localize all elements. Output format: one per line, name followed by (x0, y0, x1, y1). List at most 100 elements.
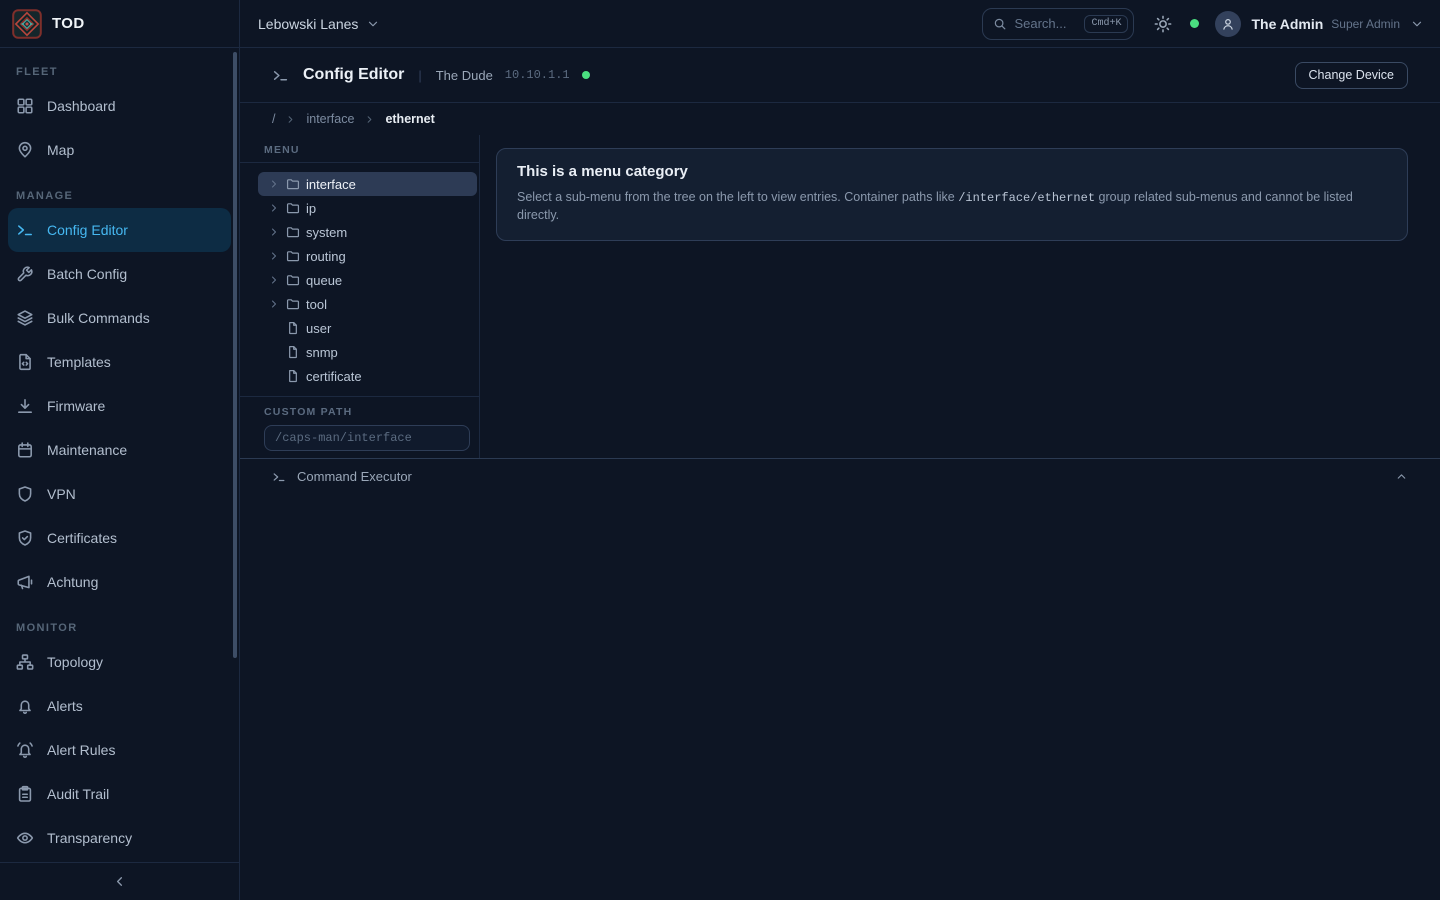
shield-check-icon (16, 529, 34, 547)
chevron-left-icon (112, 874, 127, 889)
tree-item-label: tool (306, 297, 327, 312)
tree-item-ip[interactable]: ip (258, 196, 477, 220)
sidebar-section-label-manage: MANAGE (0, 190, 239, 202)
tree-item-tool[interactable]: tool (258, 292, 477, 316)
tree-item-label: routing (306, 249, 346, 264)
sidebar-item-batch-config[interactable]: Batch Config (0, 252, 239, 296)
sidebar-item-config-editor[interactable]: Config Editor (8, 208, 231, 252)
sidebar-item-label: Certificates (47, 530, 117, 546)
notice-path-code: /interface/ethernet (958, 191, 1095, 205)
app-title: TOD (52, 15, 85, 32)
tree-item-user[interactable]: user (258, 316, 477, 340)
file-code-icon (16, 353, 34, 371)
sidebar-collapse-button[interactable] (0, 862, 239, 900)
sidebar-item-firmware[interactable]: Firmware (0, 384, 239, 428)
clipboard-icon (16, 785, 34, 803)
tree-item-label: snmp (306, 345, 338, 360)
sidebar-item-dashboard[interactable]: Dashboard (0, 84, 239, 128)
breadcrumb-segment-interface[interactable]: interface (306, 112, 354, 126)
topbar: TOD Lebowski Lanes Search... Cmd+K The A… (0, 0, 1440, 48)
user-menu-chevron-down-icon[interactable] (1410, 17, 1424, 31)
bell-icon (16, 697, 34, 715)
sidebar-item-vpn[interactable]: VPN (0, 472, 239, 516)
sidebar-item-label: Maintenance (47, 442, 127, 458)
command-executor-label: Command Executor (297, 469, 412, 484)
breadcrumb-segment--[interactable]: / (272, 112, 275, 126)
tree-item-interface[interactable]: interface (258, 172, 477, 196)
tree-indent-spacer (268, 370, 280, 382)
sidebar-section-label-fleet: FLEET (0, 66, 239, 78)
chevron-right-icon (268, 178, 280, 190)
search-icon (993, 17, 1007, 31)
device-name: The Dude (436, 68, 493, 83)
avatar[interactable] (1215, 11, 1241, 37)
tree-item-routing[interactable]: routing (258, 244, 477, 268)
sidebar-item-maintenance[interactable]: Maintenance (0, 428, 239, 472)
file-icon (286, 345, 300, 359)
sidebar-item-label: Map (47, 142, 74, 158)
tree-item-certificate[interactable]: certificate (258, 364, 477, 388)
folder-icon (286, 273, 300, 287)
chevron-down-icon (366, 17, 380, 31)
map-pin-icon (16, 141, 34, 159)
chevron-right-icon (364, 114, 375, 125)
sidebar-item-label: Templates (47, 354, 111, 370)
sidebar-item-achtung[interactable]: Achtung (0, 560, 239, 604)
sidebar-item-bulk-commands[interactable]: Bulk Commands (0, 296, 239, 340)
notice-title: This is a menu category (517, 163, 1387, 180)
sidebar-item-label: Alerts (47, 698, 83, 714)
bell-ring-icon (16, 741, 34, 759)
menu-category-notice: This is a menu category Select a sub-men… (496, 148, 1408, 241)
custom-path-section: CUSTOM PATH (240, 396, 479, 451)
search-placeholder: Search... (1014, 16, 1077, 31)
search-shortcut-badge: Cmd+K (1084, 15, 1128, 33)
chevron-right-icon (268, 202, 280, 214)
workspace: MENU interfaceipsystemroutingqueuetoolus… (240, 135, 1440, 458)
tree-item-label: interface (306, 177, 356, 192)
sidebar-item-transparency[interactable]: Transparency (0, 816, 239, 860)
breadcrumb-segment-ethernet[interactable]: ethernet (385, 112, 434, 126)
search-input[interactable]: Search... Cmd+K (982, 8, 1134, 40)
tree-item-queue[interactable]: queue (258, 268, 477, 292)
tree-item-label: ip (306, 201, 316, 216)
sidebar-sections: FLEET Dashboard Map MANAGE Config EditorBatc… (0, 48, 239, 860)
custom-path-label: CUSTOM PATH (240, 406, 479, 418)
chevron-up-icon[interactable] (1395, 470, 1408, 483)
custom-path-input[interactable] (264, 425, 470, 451)
org-switcher[interactable]: Lebowski Lanes (258, 16, 380, 32)
chevron-right-icon (285, 114, 296, 125)
file-icon (286, 369, 300, 383)
device-online-dot (582, 71, 590, 79)
change-device-button[interactable]: Change Device (1295, 62, 1408, 89)
tree-item-system[interactable]: system (258, 220, 477, 244)
sidebar-item-map[interactable]: Map (0, 128, 239, 172)
sidebar-item-templates[interactable]: Templates (0, 340, 239, 384)
sidebar-item-topology[interactable]: Topology (0, 640, 239, 684)
brand: TOD (0, 0, 240, 48)
page-header: Config Editor | The Dude 10.10.1.1 Chang… (240, 48, 1440, 102)
sidebar-item-alert-rules[interactable]: Alert Rules (0, 728, 239, 772)
sidebar-scrollbar[interactable] (233, 52, 237, 658)
user-icon (1221, 17, 1235, 31)
sidebar-item-label: Audit Trail (47, 786, 109, 802)
user-role: Super Admin (1331, 17, 1400, 31)
sidebar-item-alerts[interactable]: Alerts (0, 684, 239, 728)
sidebar-item-audit-trail[interactable]: Audit Trail (0, 772, 239, 816)
tree-item-label: queue (306, 273, 342, 288)
tree-item-snmp[interactable]: snmp (258, 340, 477, 364)
chevron-right-icon (268, 274, 280, 286)
folder-icon (286, 201, 300, 215)
sidebar-item-label: Transparency (47, 830, 132, 846)
sidebar-section-label-monitor: MONITOR (0, 622, 239, 634)
terminal-icon (16, 221, 34, 239)
user-name: The Admin (1251, 16, 1323, 32)
sidebar-item-certificates[interactable]: Certificates (0, 516, 239, 560)
menu-tree-panel: MENU interfaceipsystemroutingqueuetoolus… (240, 135, 480, 458)
sidebar-item-label: Firmware (47, 398, 105, 414)
wrench-icon (16, 265, 34, 283)
sidebar-item-label: Achtung (47, 574, 98, 590)
theme-toggle-sun-icon[interactable] (1154, 15, 1172, 33)
topbar-actions: Search... Cmd+K The Admin Super Admin (982, 8, 1440, 40)
tree-item-label: user (306, 321, 331, 336)
command-executor-bar[interactable]: Command Executor (240, 458, 1440, 494)
